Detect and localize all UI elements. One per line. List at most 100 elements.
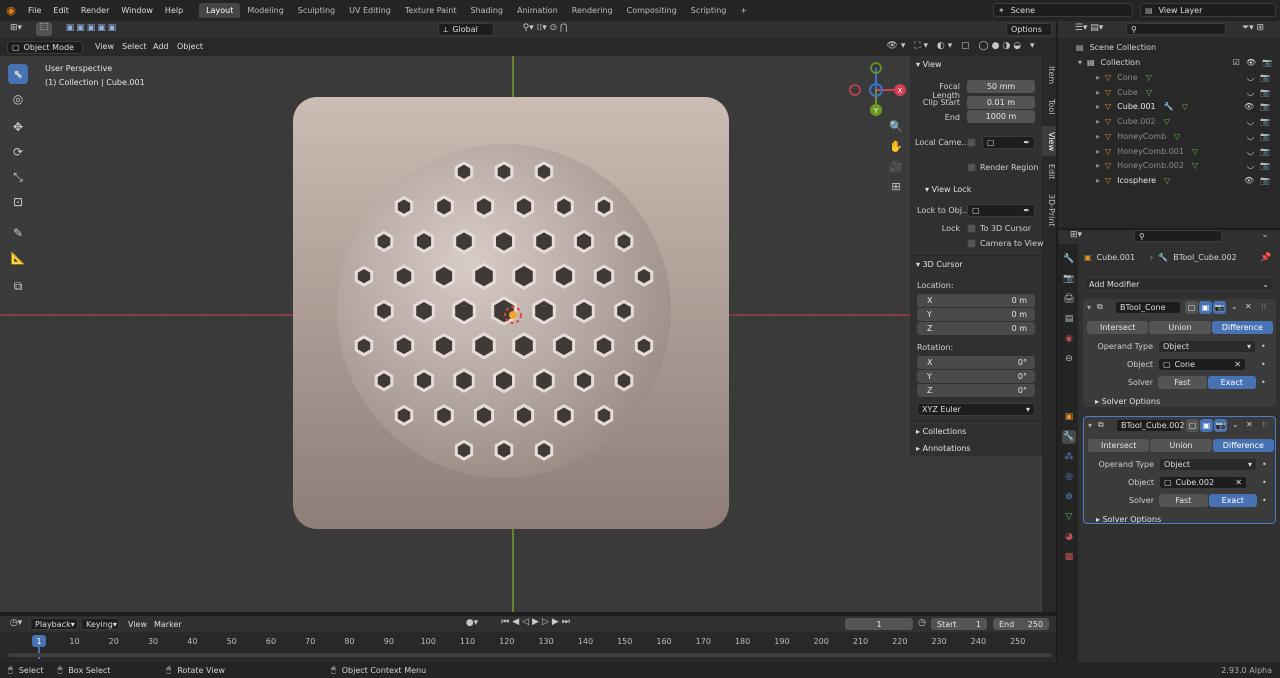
object-field[interactable]: ▢ Cone ✕	[1158, 358, 1246, 371]
exact-solver-button[interactable]: Exact	[1207, 376, 1256, 389]
particles-tab-icon[interactable]: ⁂	[1062, 450, 1076, 464]
drag-handle-icon[interactable]: ⁞⁞	[1261, 302, 1266, 311]
viewport-toggle-icon[interactable]: ▣	[1200, 419, 1213, 432]
menu-render[interactable]: Render	[75, 6, 115, 15]
scale-tool-icon[interactable]: ⤡	[8, 167, 28, 187]
local-camera-field[interactable]: ▢ ✒	[982, 136, 1035, 149]
focal-length-field[interactable]: 50 mm	[967, 80, 1035, 93]
eye-icon[interactable]: 👁	[1244, 102, 1254, 111]
outliner-filter-icon[interactable]: ⏷▾ ⊞	[1232, 23, 1274, 33]
view-lock-header[interactable]: ▾ View Lock	[925, 185, 971, 194]
intersect-button[interactable]: Intersect	[1087, 321, 1149, 334]
keyframe-dot-icon[interactable]: •	[1261, 342, 1266, 351]
select-box-tool-icon[interactable]: ⬉	[8, 64, 28, 84]
camera-icon[interactable]: 📷	[1260, 117, 1270, 126]
modifier-menu-chevron-icon[interactable]: ⌄	[1231, 302, 1238, 311]
intersect-button[interactable]: Intersect	[1088, 439, 1150, 452]
clear-object-icon[interactable]: ✕	[1235, 478, 1242, 487]
view-layer-tab-icon[interactable]: ▤	[1062, 312, 1076, 326]
rotation-x-field[interactable]: X 0°	[917, 356, 1035, 369]
expand-icon[interactable]: ▸	[1096, 73, 1100, 82]
rotate-tool-icon[interactable]: ⟳	[8, 142, 28, 162]
object-tab-icon[interactable]: ▣	[1062, 410, 1076, 424]
difference-button[interactable]: Difference	[1211, 321, 1273, 334]
perspective-grid-icon[interactable]: ⊞	[888, 180, 904, 193]
fast-solver-button[interactable]: Fast	[1159, 494, 1208, 507]
physics-tab-icon[interactable]: ◎	[1062, 470, 1076, 484]
clear-object-icon[interactable]: ✕	[1234, 360, 1241, 369]
collection-checkbox[interactable]: ☑	[1233, 58, 1240, 67]
add-cube-tool-icon[interactable]: ⧉	[8, 276, 28, 296]
add-workspace-icon[interactable]: +	[733, 3, 754, 18]
tab-edit[interactable]: Edit	[1042, 161, 1056, 183]
viewport-3d[interactable]	[0, 56, 1042, 612]
cursor-tool-icon[interactable]: ◎	[8, 89, 28, 109]
collapse-icon[interactable]: ▾	[1087, 303, 1091, 312]
to-3d-cursor-checkbox[interactable]	[967, 224, 976, 233]
world-tab-icon[interactable]: ⊖	[1062, 352, 1076, 366]
operand-type-select[interactable]: Object ▾	[1159, 458, 1257, 471]
eye-hidden-icon[interactable]: ◡	[1247, 147, 1254, 156]
transform-tool-icon[interactable]: ⊡	[8, 192, 28, 212]
object-field[interactable]: ▢ Cube.002 ✕	[1159, 476, 1247, 489]
menu-edit[interactable]: Edit	[47, 6, 75, 15]
tab-texture-paint[interactable]: Texture Paint	[398, 3, 464, 18]
tab-rendering[interactable]: Rendering	[565, 3, 620, 18]
union-button[interactable]: Union	[1149, 321, 1211, 334]
viewport-menu-object[interactable]: Object	[171, 42, 209, 51]
tab-scripting[interactable]: Scripting	[684, 3, 734, 18]
menu-file[interactable]: File	[22, 6, 47, 15]
expand-icon[interactable]: ▸	[1096, 132, 1100, 141]
location-x-field[interactable]: X 0 m	[917, 294, 1035, 307]
render-tab-icon[interactable]: 📷	[1062, 272, 1076, 286]
eye-hidden-icon[interactable]: ◡	[1247, 73, 1254, 82]
view-layer-selector[interactable]: ▤ View Layer	[1140, 3, 1276, 17]
expand-icon[interactable]: ▸	[1096, 117, 1100, 126]
tool-tab-icon[interactable]: 🔧	[1062, 252, 1076, 266]
menu-window[interactable]: Window	[115, 6, 159, 15]
expand-icon[interactable]: ▸	[1096, 176, 1100, 185]
tab-compositing[interactable]: Compositing	[620, 3, 684, 18]
current-frame-field[interactable]: 1	[845, 618, 913, 630]
properties-options-icon[interactable]: ⌄	[1258, 230, 1272, 240]
stopwatch-icon[interactable]: ◷	[916, 618, 928, 628]
outliner-editor-type-icon[interactable]: ☰▾ ▤▾	[1064, 23, 1114, 33]
camera-icon[interactable]: 📷	[1260, 102, 1270, 111]
select-tool-icon[interactable]: ⬚	[36, 22, 52, 36]
outliner-item[interactable]: ▸ ▽ HoneyComb.001 ▽ ◡ 📷	[1062, 144, 1272, 159]
difference-button[interactable]: Difference	[1212, 439, 1274, 452]
tab-shading[interactable]: Shading	[463, 3, 510, 18]
keyframe-dot-icon[interactable]: •	[1262, 496, 1267, 505]
operand-type-select[interactable]: Object ▾	[1158, 340, 1256, 353]
edit-mode-toggle-icon[interactable]: ▢	[1185, 301, 1198, 314]
outliner-item[interactable]: ▸ ▽ HoneyComb ▽ ◡ 📷	[1062, 129, 1272, 144]
expand-icon[interactable]: ▸	[1096, 88, 1100, 97]
outliner-item[interactable]: ▸ ▽ Cone ▽ ◡ 📷	[1062, 70, 1272, 85]
camera-to-view-checkbox[interactable]	[967, 239, 976, 248]
union-button[interactable]: Union	[1150, 439, 1212, 452]
local-camera-checkbox[interactable]	[967, 138, 976, 147]
tab-animation[interactable]: Animation	[510, 3, 565, 18]
expand-icon[interactable]: ▾	[1078, 58, 1082, 67]
collections-panel-header[interactable]: ▸ Collections	[916, 427, 966, 436]
timeline-editor-type-icon[interactable]: ◷▾	[6, 618, 26, 628]
editor-type-icon[interactable]: ⊞▾	[6, 23, 26, 33]
eye-hidden-icon[interactable]: ◡	[1247, 161, 1254, 170]
modifier-name-field[interactable]: BTool_Cube.002	[1116, 419, 1185, 432]
material-tab-icon[interactable]: ◕	[1062, 530, 1076, 544]
outliner-item[interactable]: ▸ ▽ Icosphere ▽ 👁 📷	[1062, 173, 1272, 188]
modifier-tab-icon[interactable]: 🔧	[1062, 430, 1076, 444]
snapping-icons[interactable]: ⚲▾ ⁞⁞▾ ⊙ ⋂	[500, 23, 590, 33]
modifier-name-field[interactable]: BTool_Cone	[1115, 301, 1181, 314]
options-dropdown[interactable]: Options	[1006, 23, 1052, 36]
output-tab-icon[interactable]: 🖨	[1062, 292, 1076, 306]
menu-help[interactable]: Help	[159, 6, 189, 15]
navigation-gizmo[interactable]: X Y	[848, 60, 908, 120]
orientation-select[interactable]: ⟂ Global	[438, 23, 494, 36]
tab-sculpting[interactable]: Sculpting	[291, 3, 342, 18]
camera-icon[interactable]: 📷	[1260, 176, 1270, 185]
rotation-z-field[interactable]: Z 0°	[917, 384, 1035, 397]
pin-icon[interactable]: 📌	[1260, 253, 1272, 263]
expand-icon[interactable]: ▸	[1096, 147, 1100, 156]
outliner-item[interactable]: ▸ ▽ Cube.001 🔧 ▽ 👁 📷	[1062, 99, 1272, 114]
